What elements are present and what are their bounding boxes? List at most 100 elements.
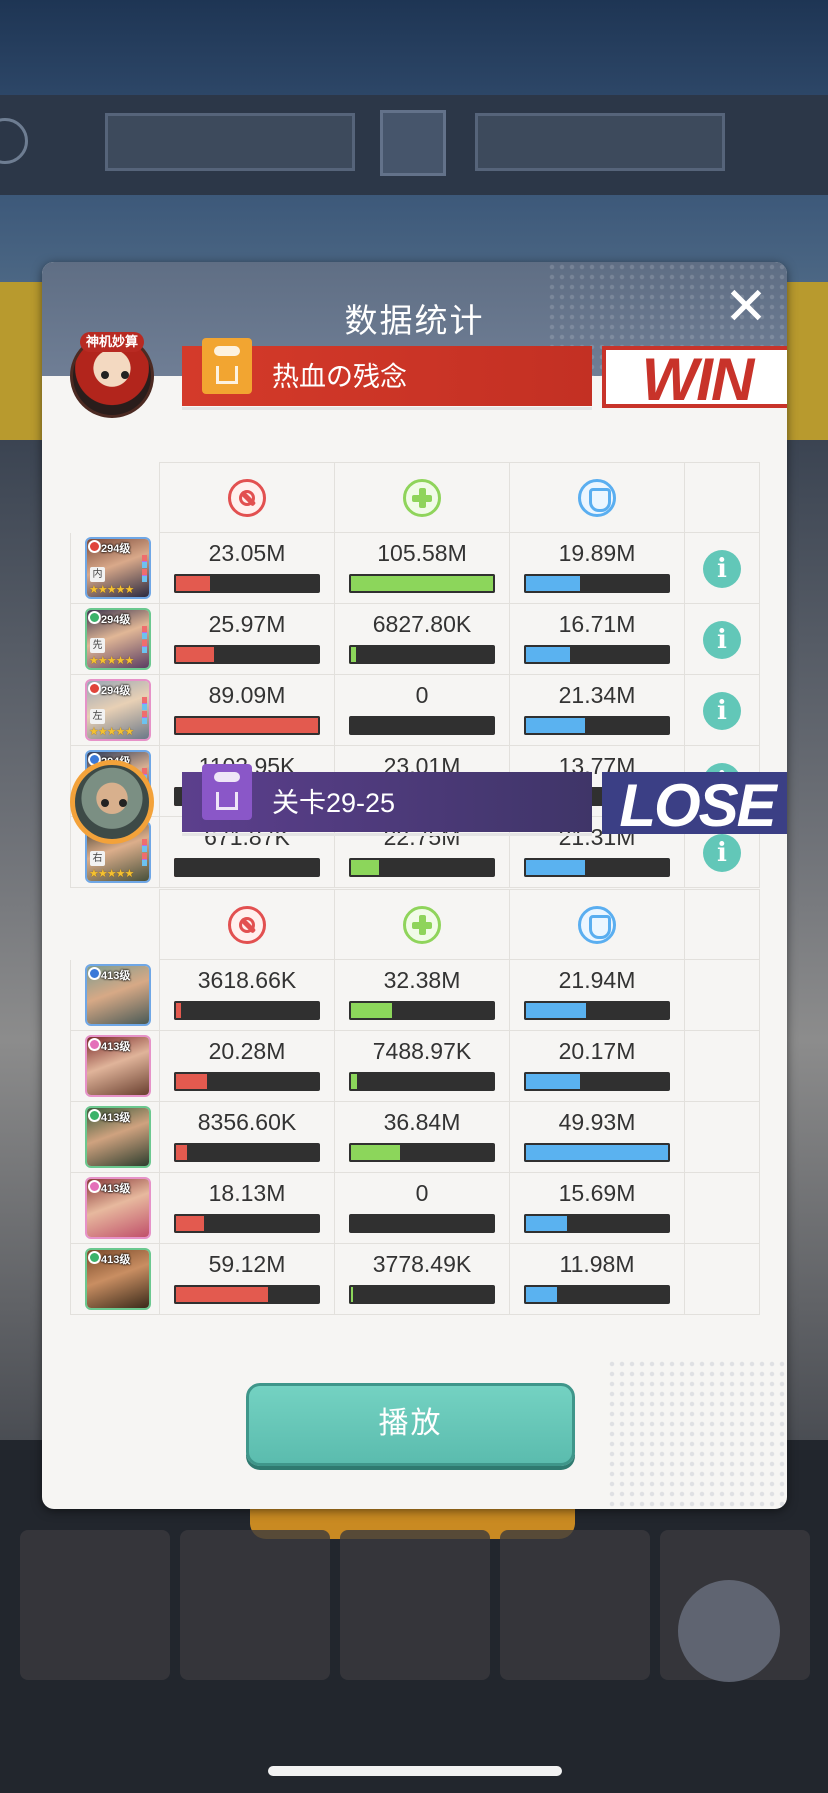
damage-bar-track xyxy=(174,1072,320,1091)
damage-value: 25.97M xyxy=(208,611,286,637)
info-icon[interactable]: i xyxy=(703,550,741,588)
team2-band: 关卡29-25 LOSE xyxy=(70,760,787,844)
heal-value: 6827.80K xyxy=(372,611,472,637)
hero-portrait[interactable]: 413级 xyxy=(85,1248,151,1310)
team2-emblem-icon xyxy=(202,764,252,820)
info-icon[interactable]: i xyxy=(703,621,741,659)
hero-portrait[interactable]: 413级 xyxy=(85,1035,151,1097)
close-button[interactable]: ✕ xyxy=(722,281,770,333)
heal-bar-track xyxy=(349,1001,495,1020)
hero-cell: 413级 xyxy=(70,1173,160,1244)
damage-bar-track xyxy=(174,1001,320,1020)
team2-name: 关卡29-25 xyxy=(272,788,396,818)
hero-cell: 413级 xyxy=(70,1031,160,1102)
damage-bar-fill xyxy=(174,1001,183,1020)
defense-bar-fill xyxy=(524,1143,670,1162)
hero-level: 294级 xyxy=(101,543,131,555)
background-card xyxy=(180,1530,330,1680)
heal-bar-track xyxy=(349,1072,495,1091)
hero-portrait[interactable]: 413级 xyxy=(85,1106,151,1168)
header-cell xyxy=(510,462,685,533)
defense-bar-track xyxy=(524,645,670,664)
heal-bar-fill xyxy=(349,1285,355,1304)
heal-bar-track xyxy=(349,716,495,735)
damage-value: 89.09M xyxy=(208,682,286,708)
hero-cell: 413级 xyxy=(70,960,160,1031)
info-cell: i xyxy=(685,604,760,675)
damage-bar-track xyxy=(174,716,320,735)
defense-bar-fill xyxy=(524,1285,560,1304)
damage-bar-fill xyxy=(174,716,320,735)
decor-dots xyxy=(607,1359,787,1509)
hero-element-gem-icon xyxy=(88,1038,101,1051)
damage-value: 3618.66K xyxy=(197,967,297,993)
team2-result: LOSE xyxy=(602,772,787,836)
hero-position-tag: 左 xyxy=(90,709,105,724)
damage-icon xyxy=(228,479,266,517)
info-cell xyxy=(685,1102,760,1173)
defense-value: 21.34M xyxy=(558,682,636,708)
defense-value: 16.71M xyxy=(558,611,636,637)
hero-stars-icon: ★★★★★ xyxy=(89,726,134,738)
heal-icon xyxy=(403,479,441,517)
hero-element-gem-icon xyxy=(88,1180,101,1193)
hero-position-tag: 右 xyxy=(90,851,105,866)
damage-cell: 3618.66K xyxy=(160,960,335,1031)
hero-portrait[interactable]: 294级左 ★★★★★ xyxy=(85,679,151,741)
heal-bar-track xyxy=(349,1143,495,1162)
table-row: 413级 3618.66K 32.38M 21.94M xyxy=(70,960,760,1031)
background-card xyxy=(500,1530,650,1680)
team1-emblem-icon xyxy=(202,338,252,394)
damage-icon xyxy=(228,906,266,944)
defense-value: 19.89M xyxy=(558,540,636,566)
table-row: 413级 8356.60K 36.84M 49.93M xyxy=(70,1102,760,1173)
damage-value: 20.28M xyxy=(208,1038,286,1064)
hero-pips xyxy=(142,839,147,867)
hero-element-gem-icon xyxy=(88,611,101,624)
hero-level: 294级 xyxy=(101,614,131,626)
heal-cell: 105.58M xyxy=(335,533,510,604)
table-row: 413级 18.13M 0 15.69M xyxy=(70,1173,760,1244)
heal-bar-track xyxy=(349,574,495,593)
info-icon[interactable]: i xyxy=(703,692,741,730)
heal-cell: 6827.80K xyxy=(335,604,510,675)
info-cell xyxy=(685,1031,760,1102)
play-button[interactable]: 播放 xyxy=(246,1383,575,1466)
damage-cell: 59.12M xyxy=(160,1244,335,1315)
background-card xyxy=(20,1530,170,1680)
defense-cell: 49.93M xyxy=(510,1102,685,1173)
hero-stars-icon: ★★★★★ xyxy=(89,868,134,880)
defense-bar-track xyxy=(524,716,670,735)
hero-portrait[interactable]: 294级先 ★★★★★ xyxy=(85,608,151,670)
hero-portrait[interactable]: 413级 xyxy=(85,964,151,1026)
hero-level: 413级 xyxy=(101,1183,131,1195)
info-icon[interactable]: i xyxy=(703,834,741,872)
damage-bar-fill xyxy=(174,1143,189,1162)
hero-level: 413级 xyxy=(101,1112,131,1124)
heal-cell: 32.38M xyxy=(335,960,510,1031)
defense-bar-track xyxy=(524,1214,670,1233)
table-row: 294级左 ★★★★★ 89.09M 0 21.34M i xyxy=(70,675,760,746)
hero-portrait[interactable]: 294级内 ★★★★★ xyxy=(85,537,151,599)
heal-cell: 3778.49K xyxy=(335,1244,510,1315)
hero-portrait[interactable]: 413级 xyxy=(85,1177,151,1239)
stats-round-button-icon xyxy=(678,1580,780,1682)
home-indicator[interactable] xyxy=(268,1766,562,1776)
background-hud xyxy=(0,95,828,195)
heal-value: 32.38M xyxy=(383,967,461,993)
hero-level: 294级 xyxy=(101,685,131,697)
heal-bar-fill xyxy=(349,574,495,593)
damage-bar-fill xyxy=(174,858,178,877)
team1-name: 热血の残念 xyxy=(272,362,407,392)
info-cell xyxy=(685,1173,760,1244)
hero-cell: 294级左 ★★★★★ xyxy=(70,675,160,746)
defense-bar-fill xyxy=(524,1214,570,1233)
team2-avatar[interactable] xyxy=(70,760,154,844)
damage-cell: 18.13M xyxy=(160,1173,335,1244)
team1-band: 热血の残念 WIN 神机妙算 xyxy=(70,332,787,418)
header-blank-cell xyxy=(685,462,760,533)
damage-cell: 23.05M xyxy=(160,533,335,604)
hero-cell: 294级先 ★★★★★ xyxy=(70,604,160,675)
damage-bar-track xyxy=(174,574,320,593)
defense-value: 49.93M xyxy=(558,1109,636,1135)
